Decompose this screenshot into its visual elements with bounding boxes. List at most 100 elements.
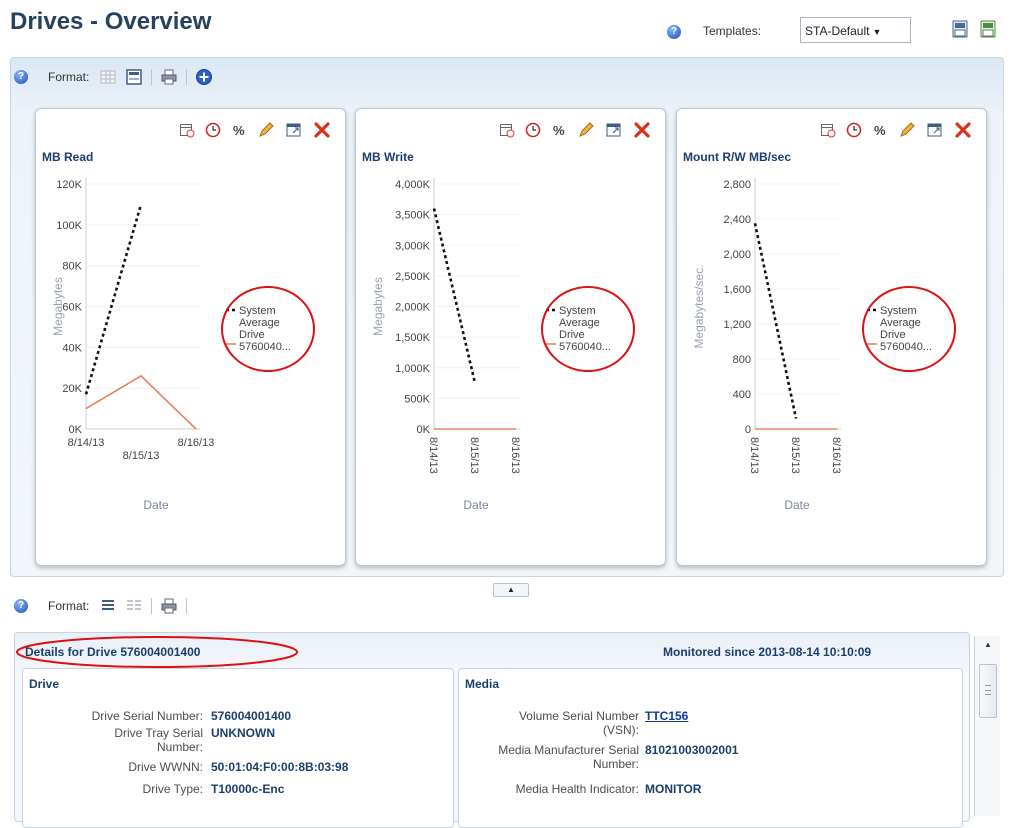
print-icon[interactable] — [160, 68, 178, 86]
drive-serial-label: Drive Serial Number: — [91, 709, 203, 723]
close-icon[interactable] — [954, 121, 972, 139]
media-manufacturer-serial-value: 81021003002001 — [645, 743, 739, 757]
legend-label-drive: Drive 5760040... — [880, 329, 932, 353]
svg-text:%: % — [553, 123, 565, 138]
y-tick-label: 2,400 — [723, 214, 751, 226]
x-tick-label: 8/16/13 — [178, 437, 215, 449]
y-tick-label: 500K — [404, 393, 430, 405]
toolbar-divider — [151, 598, 153, 614]
drive-wwnn-label: Drive WWNN: — [128, 760, 203, 774]
percent-icon[interactable]: % — [551, 122, 567, 138]
legend-text-line: System — [880, 305, 917, 317]
vsn-link[interactable]: TTC156 — [645, 709, 688, 723]
highlight-circle — [862, 286, 956, 372]
legend-text-line: 5760040... — [239, 341, 291, 353]
media-section-title: Media — [465, 677, 500, 691]
help-icon[interactable]: ? — [14, 599, 28, 613]
chart-card-mb-write: % MB Write 4,000K 3,500K 3,000K 2,500K 2,000… — [355, 108, 666, 566]
clock-icon[interactable] — [525, 122, 541, 138]
highlight-circle — [16, 636, 298, 668]
system-average-line — [753, 223, 798, 419]
y-tick-label: 800 — [733, 354, 751, 366]
x-tick-label: 8/16/13 — [509, 437, 521, 474]
maximize-icon[interactable] — [605, 121, 623, 139]
y-tick-label: 1,000K — [395, 363, 431, 375]
toolbar-divider — [186, 69, 188, 85]
legend-label-system-average: System Average — [880, 305, 921, 329]
edit-pencil-icon[interactable] — [257, 121, 275, 139]
percent-icon[interactable]: % — [872, 122, 888, 138]
system-average-line — [432, 208, 477, 384]
legend-label-drive: Drive 5760040... — [559, 329, 611, 353]
format-label: Format: — [48, 70, 90, 84]
close-icon[interactable] — [633, 121, 651, 139]
chart-title: MB Write — [362, 150, 414, 164]
scroll-thumb[interactable] — [979, 664, 997, 718]
maximize-icon[interactable] — [285, 121, 303, 139]
media-manufacturer-serial-label: Media Manufacturer Serial Number: — [498, 743, 639, 771]
monitored-since: Monitored since 2013-08-14 10:10:09 — [663, 645, 872, 659]
y-tick-label: 20K — [62, 383, 82, 395]
column-view-icon[interactable] — [125, 597, 143, 615]
y-axis-title: Megabytes/sec. — [692, 264, 706, 348]
highlight-circle — [541, 286, 635, 372]
y-tick-label: 0K — [417, 424, 431, 436]
drive-type-label: Drive Type: — [142, 782, 203, 796]
svg-text:%: % — [233, 123, 245, 138]
y-axis-title: Megabytes — [51, 277, 65, 336]
y-tick-label: 0K — [69, 424, 83, 436]
page-title: Drives - Overview — [10, 8, 212, 35]
y-tick-label: 3,000K — [395, 240, 431, 252]
drive-section: Drive Drive Serial Number: 576004001400 … — [22, 668, 454, 828]
x-axis-title: Date — [463, 498, 489, 512]
help-icon[interactable]: ? — [667, 25, 681, 39]
grid-layout-icon[interactable] — [99, 68, 117, 86]
legend-text-line: Drive — [880, 329, 906, 341]
y-tick-label: 120K — [56, 179, 82, 191]
add-graph-icon[interactable] — [195, 68, 213, 86]
help-icon[interactable]: ? — [14, 70, 28, 84]
close-icon[interactable] — [313, 121, 331, 139]
calendar-icon[interactable] — [179, 122, 195, 138]
templates-dropdown-value: STA-Default — [805, 24, 870, 38]
y-tick-label: 60K — [62, 302, 82, 314]
single-layout-icon[interactable] — [125, 68, 143, 86]
percent-icon[interactable]: % — [231, 122, 247, 138]
y-tick-label: 0 — [745, 424, 751, 436]
clock-icon[interactable] — [846, 122, 862, 138]
scroll-up-arrow-icon[interactable]: ▲ — [984, 640, 992, 649]
x-tick-label: 8/15/13 — [789, 437, 801, 474]
y-tick-label: 400 — [733, 389, 751, 401]
vsn-label: Volume Serial Number (VSN): — [518, 709, 639, 737]
chart-toolbar: % — [499, 121, 651, 139]
edit-pencil-icon[interactable] — [577, 121, 595, 139]
legend-text-line: Average — [880, 317, 921, 329]
chevron-down-icon: ▼ — [872, 27, 882, 37]
calendar-icon[interactable] — [820, 122, 836, 138]
maximize-icon[interactable] — [926, 121, 944, 139]
legend-text-line: 5760040... — [559, 341, 611, 353]
clock-icon[interactable] — [205, 122, 221, 138]
templates-dropdown[interactable]: STA-Default ▼ — [800, 17, 911, 43]
save-template-icon[interactable] — [952, 20, 968, 38]
legend-text-line: Average — [239, 317, 280, 329]
x-tick-label: 8/15/13 — [468, 437, 480, 474]
legend-text-line: System — [559, 305, 596, 317]
vertical-scrollbar[interactable]: ▲ — [974, 636, 1000, 816]
collapse-panel-button[interactable]: ▲ — [493, 583, 529, 597]
calendar-icon[interactable] — [499, 122, 515, 138]
edit-pencil-icon[interactable] — [898, 121, 916, 139]
chart-toolbar: % — [820, 121, 972, 139]
toolbar-divider — [186, 598, 188, 614]
save-as-template-icon[interactable] — [980, 20, 996, 38]
media-section: Media Volume Serial Number (VSN): TTC156… — [458, 668, 963, 828]
drive-line — [85, 374, 197, 430]
mb-read-chart: 120K 100K 80K 60K 40K 20K 0K8/14/13 8/15/13 8/16… — [51, 178, 315, 512]
print-icon[interactable] — [160, 597, 178, 615]
drive-tray-serial-value: UNKNOWN — [211, 726, 275, 740]
media-health-label: Media Health Indicator: — [515, 782, 639, 796]
y-tick-label: 1,600 — [723, 284, 751, 296]
grip-icon — [985, 685, 991, 695]
templates-label: Templates: — [703, 24, 762, 38]
list-view-icon[interactable] — [99, 597, 117, 615]
